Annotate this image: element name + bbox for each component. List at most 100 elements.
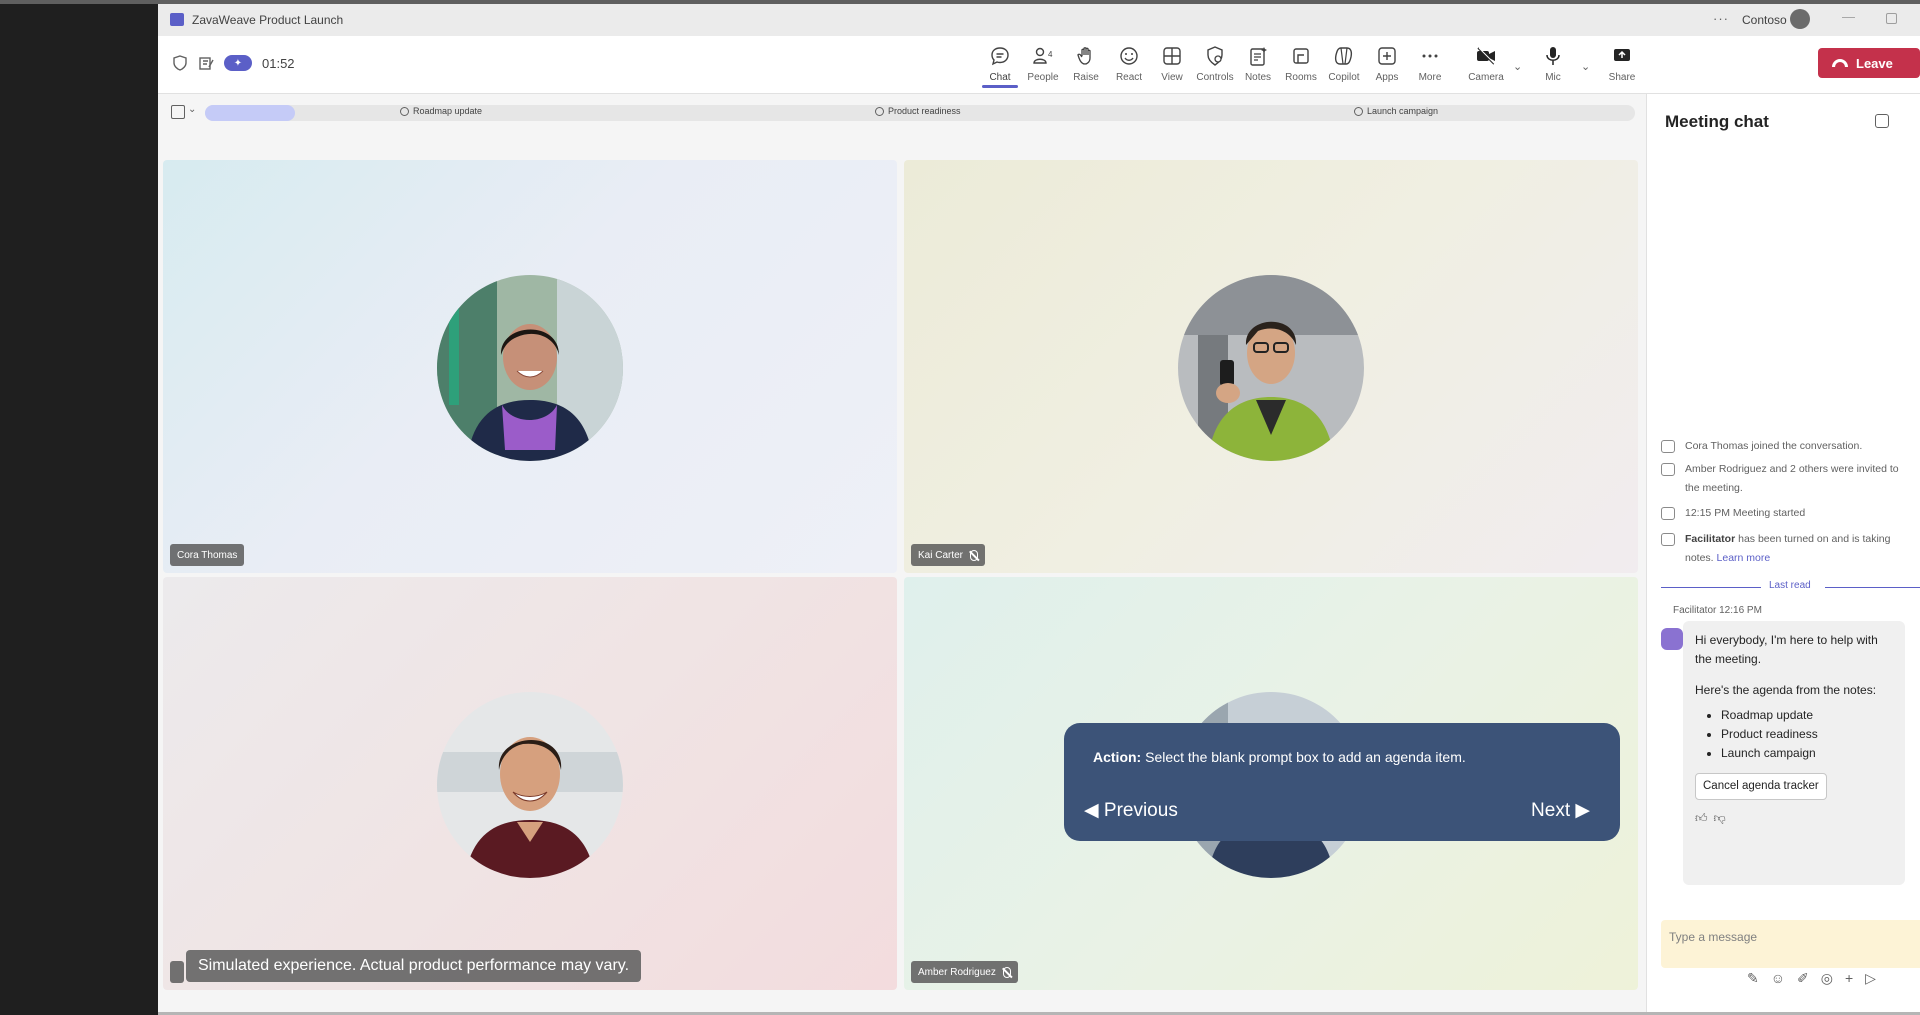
learn-more-link[interactable]: Learn more xyxy=(1717,552,1771,564)
chat-event-text: 12:15 PM Meeting started xyxy=(1685,507,1806,519)
people-icon: 4 xyxy=(1033,47,1053,64)
message-input[interactable] xyxy=(1661,920,1920,968)
chat-event: Amber Rodriguez and 2 others were invite… xyxy=(1661,460,1911,498)
more-label: More xyxy=(1418,72,1442,83)
action-text: Select the blank prompt box to add an ag… xyxy=(1145,749,1466,765)
participant-name-tag: Kai Carter xyxy=(911,544,986,566)
chat-event-text: Facilitator has been turned on and is ta… xyxy=(1685,530,1911,568)
facilitator-avatar xyxy=(1661,628,1683,650)
invite-icon xyxy=(1661,463,1675,476)
raise-hand-button[interactable]: Raise xyxy=(1062,42,1110,88)
mic-button[interactable]: Mic xyxy=(1529,42,1577,88)
mic-muted-icon xyxy=(1002,966,1011,978)
chat-button[interactable]: Chat xyxy=(976,42,1024,88)
loop-icon[interactable]: ✐ xyxy=(1797,970,1809,987)
participant-photo xyxy=(1178,275,1364,461)
agenda-list: Roadmap update Product readiness Launch … xyxy=(1721,706,1895,763)
view-button[interactable]: View xyxy=(1148,42,1196,88)
chat-label: Chat xyxy=(989,72,1011,83)
apps-button[interactable]: Apps xyxy=(1363,42,1411,88)
participant-tile[interactable] xyxy=(163,577,897,990)
title-bar: ZavaWeave Product Launch ··· Contoso — xyxy=(158,4,1920,36)
facilitator-message: Hi everybody, I'm here to help with the … xyxy=(1683,621,1905,885)
video-stage: Cora Thomas Kai Carter Amber Rodriguez S… xyxy=(158,132,1646,1012)
camera-button[interactable]: Camera xyxy=(1462,42,1510,88)
chat-panel-title: Meeting chat xyxy=(1665,112,1769,131)
add-attachment-icon[interactable]: + xyxy=(1845,970,1853,987)
message-sender-time: Facilitator 12:16 PM xyxy=(1673,605,1762,616)
more-button[interactable]: More xyxy=(1406,42,1454,88)
meeting-camera-icon xyxy=(1661,507,1675,520)
guided-tour-callout: Action: Select the blank prompt box to a… xyxy=(1064,723,1620,841)
share-button[interactable]: Share xyxy=(1598,42,1646,88)
react-button[interactable]: React xyxy=(1105,42,1153,88)
agenda-item-label: Launch campaign xyxy=(1367,106,1439,116)
agenda-item-product-readiness[interactable]: Product readiness xyxy=(875,106,961,116)
agenda-item-launch-campaign[interactable]: Launch campaign xyxy=(1354,106,1438,116)
left-black-margin xyxy=(0,4,158,1015)
chat-event-text: Cora Thomas joined the conversation. xyxy=(1685,440,1863,452)
participant-tile[interactable]: Cora Thomas xyxy=(163,160,897,573)
meeting-status-group: ✦ 01:52 xyxy=(172,55,295,71)
facilitator-active-icon[interactable]: ✦ xyxy=(224,55,252,71)
popout-chat-icon[interactable] xyxy=(1875,114,1889,128)
teams-meeting-window: ZavaWeave Product Launch ··· Contoso — ✦… xyxy=(158,4,1920,1012)
cancel-agenda-tracker-button[interactable]: Cancel agenda tracker xyxy=(1695,773,1827,800)
raise-hand-icon xyxy=(1077,47,1091,65)
format-icon[interactable]: ✎ xyxy=(1747,970,1759,987)
raise-label: Raise xyxy=(1073,72,1099,83)
camera-options-chevron-icon[interactable]: ⌄ xyxy=(1513,60,1522,73)
meeting-title: ZavaWeave Product Launch xyxy=(192,13,344,27)
next-step-button[interactable]: Next ▶ xyxy=(1531,799,1590,822)
copilot-button[interactable]: Copilot xyxy=(1320,42,1368,88)
mic-options-chevron-icon[interactable]: ⌄ xyxy=(1581,60,1590,73)
divider-line-right xyxy=(1825,587,1920,588)
copilot-icon xyxy=(1334,47,1353,65)
agenda-menu-icon[interactable] xyxy=(171,105,185,119)
notes-button[interactable]: Notes xyxy=(1234,42,1282,88)
last-read-divider: Last read xyxy=(1661,580,1920,594)
react-label: React xyxy=(1115,72,1143,83)
meeting-timer: 01:52 xyxy=(262,55,295,71)
previous-step-button[interactable]: ◀ Previous xyxy=(1084,799,1178,822)
people-label: People xyxy=(1027,72,1059,83)
sticker-icon[interactable]: ◎ xyxy=(1821,970,1833,987)
message-line: Hi everybody, I'm here to help with the … xyxy=(1695,633,1878,666)
chat-event-text: Amber Rodriguez and 2 others were invite… xyxy=(1685,463,1899,494)
shield-icon[interactable] xyxy=(172,55,188,71)
emoji-icon[interactable]: ☺ xyxy=(1771,970,1785,987)
people-count: 4 xyxy=(1048,50,1053,59)
react-emoji-icon xyxy=(1120,47,1138,65)
message-line: Here's the agenda from the notes: xyxy=(1695,683,1877,697)
thumbs-down-icon[interactable]: 👎︎ xyxy=(1714,811,1732,825)
more-options-icon[interactable]: ··· xyxy=(1713,11,1729,26)
agenda-item-roadmap[interactable]: Roadmap update xyxy=(400,106,482,116)
agenda-chevron-icon[interactable]: ⌄ xyxy=(188,104,196,115)
agenda-list-item: Launch campaign xyxy=(1721,744,1895,763)
feedback-buttons: 👍︎👎︎ xyxy=(1695,809,1895,828)
agenda-item-circle-icon xyxy=(875,106,884,116)
account-avatar[interactable] xyxy=(1790,9,1810,29)
org-name[interactable]: Contoso xyxy=(1742,13,1787,27)
chat-event: Cora Thomas joined the conversation. xyxy=(1661,437,1911,456)
leave-button[interactable]: Leave xyxy=(1818,48,1920,78)
controls-shield-icon xyxy=(1207,46,1223,66)
agenda-list-item: Product readiness xyxy=(1721,725,1895,744)
rooms-button[interactable]: Rooms xyxy=(1277,42,1325,88)
share-label: Share xyxy=(1608,72,1636,83)
leave-label: Leave xyxy=(1856,55,1893,71)
controls-button[interactable]: Controls xyxy=(1191,42,1239,88)
maximize-button[interactable] xyxy=(1886,13,1897,24)
chat-icon xyxy=(991,47,1009,66)
participant-name-tag xyxy=(170,961,184,983)
participant-tile[interactable]: Kai Carter xyxy=(904,160,1638,573)
chat-event: 12:15 PM Meeting started xyxy=(1661,504,1911,523)
message-compose-box[interactable] xyxy=(1661,920,1920,968)
people-button[interactable]: 4 People xyxy=(1019,42,1067,88)
apps-add-icon xyxy=(1378,47,1396,65)
thumbs-up-icon[interactable]: 👍︎ xyxy=(1695,811,1714,825)
minimize-button[interactable]: — xyxy=(1842,9,1855,24)
participant-name: Cora Thomas xyxy=(177,549,238,561)
send-icon[interactable]: ▷ xyxy=(1865,970,1876,987)
notes-edit-icon[interactable] xyxy=(198,55,214,71)
